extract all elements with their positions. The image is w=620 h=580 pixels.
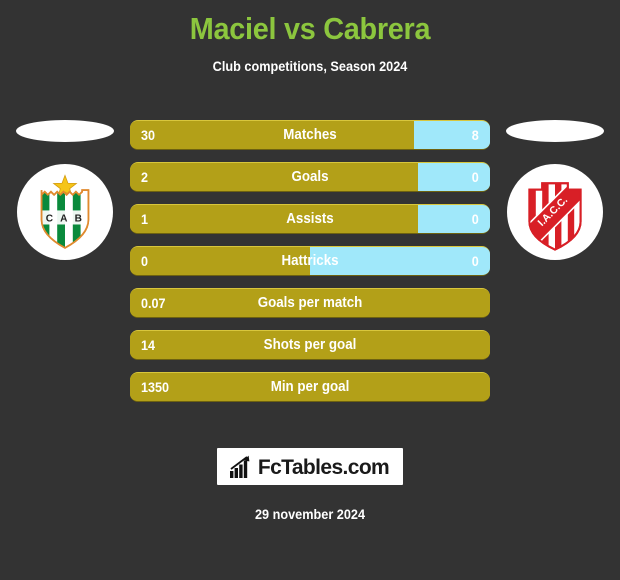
banfield-crest-icon: C A B — [40, 174, 90, 249]
away-value: 0 — [471, 169, 479, 185]
stat-label: Matches — [283, 127, 337, 143]
away-team-column: I.A.C.C. — [490, 108, 620, 260]
stat-label: Min per goal — [270, 379, 350, 395]
stat-row[interactable]: 0 Hattricks 0 — [130, 246, 490, 276]
instituto-crest-icon: I.A.C.C. — [528, 182, 582, 251]
stat-row[interactable]: 2 Goals 0 — [130, 162, 490, 192]
away-ellipse-decoration — [506, 120, 604, 142]
comparison-body: C A B 30 Matches 8 2 Goals 0 1 Assists 0 — [0, 108, 620, 402]
stat-label: Goals — [291, 169, 329, 185]
fctables-logo[interactable]: FcTables.com — [216, 448, 404, 485]
stat-label: Goals per match — [257, 295, 363, 311]
stat-label: Shots per goal — [263, 337, 357, 353]
away-value: 0 — [471, 211, 479, 227]
stat-label: Hattricks — [281, 253, 339, 269]
stat-row[interactable]: 1 Assists 0 — [130, 204, 490, 234]
stats-list: 30 Matches 8 2 Goals 0 1 Assists 0 0 Hat… — [130, 108, 490, 402]
stat-row[interactable]: 30 Matches 8 — [130, 120, 490, 150]
page-subtitle: Club competitions, Season 2024 — [212, 59, 408, 75]
away-value: 8 — [471, 127, 479, 143]
footer: FcTables.com 29 november 2024 — [0, 448, 620, 522]
svg-text:C A B: C A B — [46, 213, 85, 224]
away-value: 0 — [471, 253, 479, 269]
stat-row[interactable]: 1350 Min per goal — [130, 372, 490, 402]
bar-chart-icon — [229, 455, 250, 478]
home-team-column: C A B — [0, 108, 130, 260]
away-team-crest: I.A.C.C. — [507, 164, 603, 260]
stat-row[interactable]: 14 Shots per goal — [130, 330, 490, 360]
home-ellipse-decoration — [16, 120, 114, 142]
home-team-crest: C A B — [17, 164, 113, 260]
fctables-brand-text: FcTables.com — [257, 455, 390, 479]
stat-label: Assists — [286, 211, 334, 227]
stat-row[interactable]: 0.07 Goals per match — [130, 288, 490, 318]
report-date: 29 november 2024 — [254, 507, 366, 522]
page-title: Maciel vs Cabrera — [189, 11, 431, 46]
